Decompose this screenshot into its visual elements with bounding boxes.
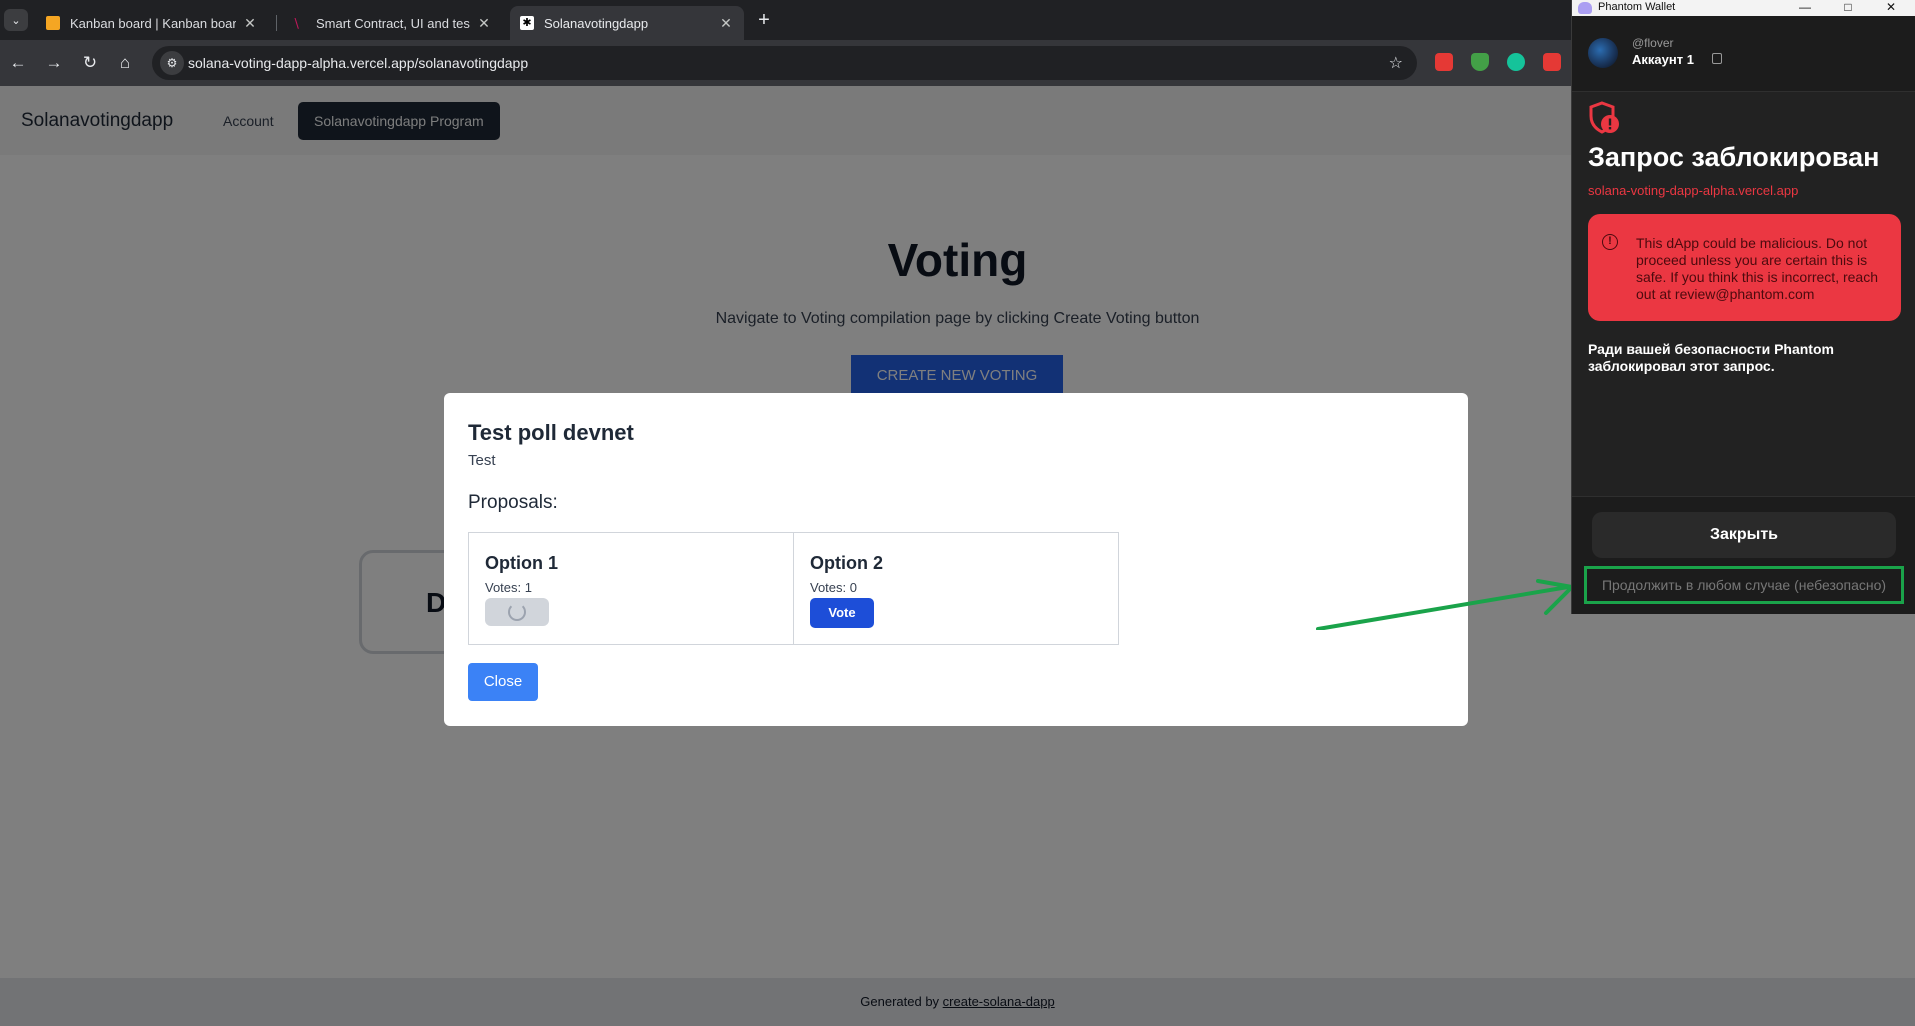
poll-title: Test poll devnet: [468, 420, 634, 445]
proceed-anyway-button[interactable]: Продолжить в любом случае (небезопасно): [1584, 566, 1904, 604]
poll-modal: Test poll devnet Test Proposals: Option …: [444, 393, 1468, 726]
proposal-name: Option 2: [810, 553, 883, 573]
close-icon[interactable]: ✕: [242, 15, 258, 32]
proposal-votes: Votes: 1: [485, 580, 532, 595]
vote-button[interactable]: Vote: [810, 598, 874, 628]
tab-solanavotingdapp[interactable]: ✱ Solanavotingdapp ✕: [510, 6, 744, 40]
annotation-arrow-icon: [1316, 579, 1574, 630]
window-title: Phantom Wallet: [1598, 1, 1676, 13]
loading-spinner-icon: [508, 603, 526, 621]
phantom-wallet-window: Phantom Wallet — □ ✕ @flover Аккаунт 1 З…: [1571, 0, 1915, 614]
chevron-down-icon: ⌄: [11, 14, 21, 27]
new-tab-icon[interactable]: +: [752, 8, 776, 32]
modal-close-button[interactable]: Close: [468, 663, 538, 701]
close-icon[interactable]: ✕: [718, 15, 734, 32]
warning-text: This dApp could be malicious. Do not pro…: [1636, 235, 1878, 302]
tab-kanban[interactable]: Kanban board | Kanban board ✕: [36, 6, 268, 40]
copy-icon[interactable]: [1712, 53, 1722, 64]
shield-extension-icon[interactable]: [1471, 53, 1489, 71]
account-handle: @flover: [1632, 36, 1674, 50]
tab-separator: [276, 15, 277, 31]
blocked-domain: solana-voting-dapp-alpha.vercel.app: [1588, 183, 1799, 198]
avatar[interactable]: [1588, 38, 1618, 68]
poll-description: Test: [468, 452, 496, 469]
proposal-card-option-2: Option 2 Votes: 0 Vote: [793, 532, 1119, 645]
address-bar[interactable]: ⚙ solana-voting-dapp-alpha.vercel.app/so…: [152, 46, 1417, 80]
vote-button-loading: [485, 598, 549, 626]
shield-warning-icon: [1589, 101, 1619, 134]
back-icon[interactable]: ←: [6, 51, 30, 75]
account-header: @flover Аккаунт 1: [1572, 16, 1915, 92]
stop-hand-extension-icon[interactable]: [1435, 53, 1453, 71]
reload-icon[interactable]: ↻: [78, 51, 102, 75]
security-note: Ради вашей безопасности Phantom заблокир…: [1588, 341, 1834, 374]
asterisk-favicon-icon: ✱: [520, 16, 534, 30]
proposal-votes: Votes: 0: [810, 580, 857, 595]
home-icon[interactable]: ⌂: [113, 51, 137, 75]
infinity-extension-icon[interactable]: [1543, 53, 1561, 71]
site-info-icon[interactable]: ⚙: [160, 51, 184, 75]
proposal-card-option-1: Option 1 Votes: 1: [468, 532, 794, 645]
bookmark-star-icon[interactable]: ☆: [1389, 53, 1403, 73]
account-name[interactable]: Аккаунт 1: [1632, 52, 1694, 67]
forward-icon[interactable]: →: [42, 51, 66, 75]
phantom-close-button[interactable]: Закрыть: [1592, 512, 1896, 558]
window-titlebar: Phantom Wallet — □ ✕: [1572, 0, 1915, 16]
close-icon[interactable]: ✕: [476, 15, 492, 32]
minimize-icon[interactable]: —: [1798, 0, 1812, 14]
tab-search-button[interactable]: ⌄: [4, 9, 28, 31]
tab-smart-contract[interactable]: ∖ Smart Contract, UI and tests ch ✕: [282, 6, 502, 40]
malicious-warning-box: ! This dApp could be malicious. Do not p…: [1588, 214, 1901, 321]
proposal-name: Option 1: [485, 553, 558, 573]
grammarly-extension-icon[interactable]: [1507, 53, 1525, 71]
proposals-heading: Proposals:: [468, 492, 558, 513]
favicon-icon: ∖: [292, 16, 301, 31]
alert-circle-icon: !: [1602, 234, 1618, 250]
blocked-heading: Запрос заблокирован: [1588, 142, 1880, 172]
phantom-logo-icon: [1578, 2, 1592, 14]
close-icon[interactable]: ✕: [1884, 0, 1898, 14]
kanban-favicon-icon: [46, 16, 60, 30]
phantom-footer: Закрыть Продолжить в любом случае (небез…: [1572, 496, 1915, 614]
url-text[interactable]: solana-voting-dapp-alpha.vercel.app/sola…: [188, 55, 528, 71]
maximize-icon[interactable]: □: [1841, 0, 1855, 14]
